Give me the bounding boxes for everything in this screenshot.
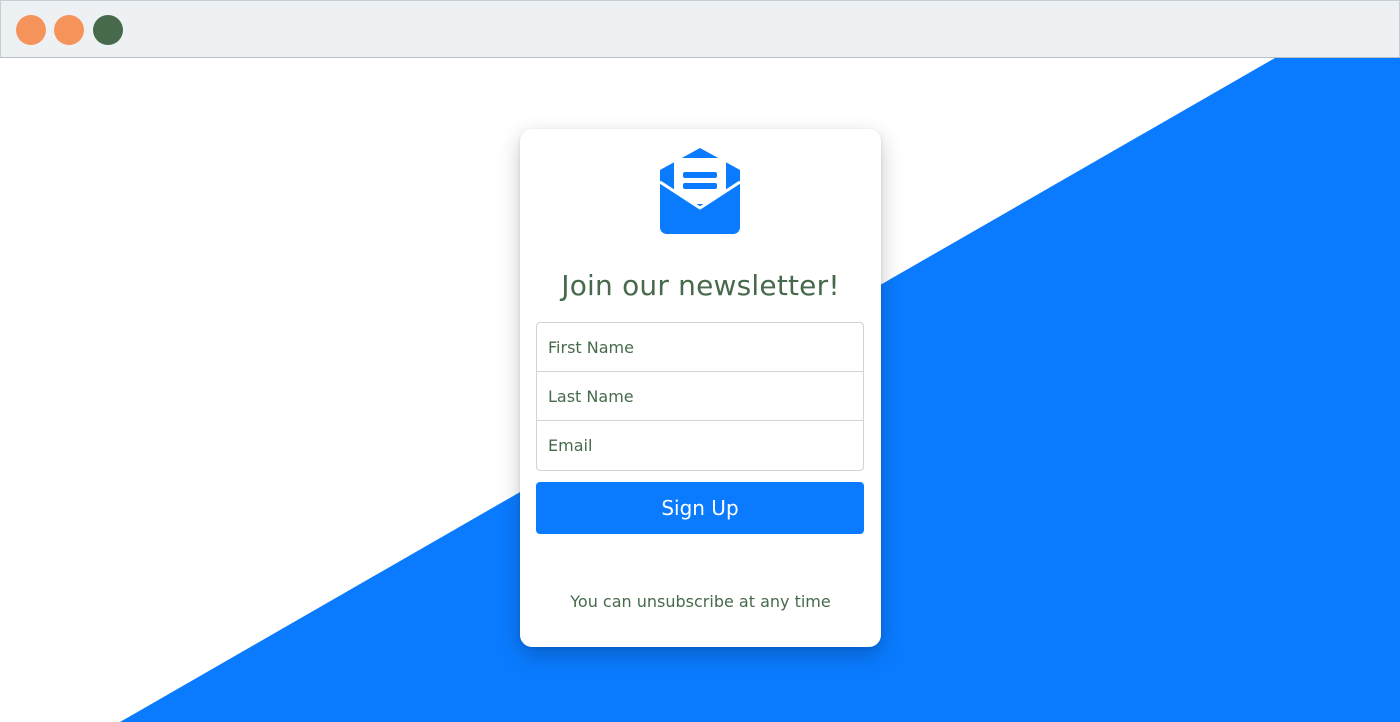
email-input[interactable] <box>537 421 863 470</box>
email-field-wrapper <box>537 421 863 470</box>
sign-up-button[interactable]: Sign Up <box>536 482 864 534</box>
first-name-input[interactable] <box>537 323 863 371</box>
window-maximize-dot[interactable] <box>93 15 123 45</box>
last-name-input[interactable] <box>537 372 863 420</box>
window-minimize-dot[interactable] <box>54 15 84 45</box>
signup-form-fields <box>536 322 864 471</box>
newsletter-card: Join our newsletter! Sign Up You can uns… <box>520 129 881 647</box>
browser-window: Join our newsletter! Sign Up You can uns… <box>0 0 1400 722</box>
unsubscribe-note: You can unsubscribe at any time <box>570 592 831 611</box>
window-close-dot[interactable] <box>16 15 46 45</box>
first-name-field-wrapper <box>537 323 863 372</box>
window-titlebar <box>0 0 1400 58</box>
envelope-open-icon <box>659 148 741 234</box>
newsletter-title: Join our newsletter! <box>561 269 840 302</box>
last-name-field-wrapper <box>537 372 863 421</box>
